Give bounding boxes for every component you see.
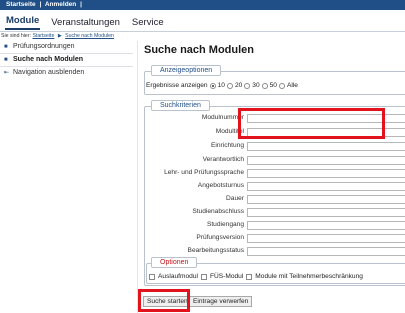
radio-30-label: 30 [252, 82, 260, 89]
radio-30[interactable] [244, 82, 251, 89]
search-criteria-legend: Suchkriterien [151, 100, 210, 111]
auslaufmodul-label: Auslaufmodul [158, 273, 198, 280]
topbar-separator: | [39, 1, 42, 8]
bullet-icon: ■ [4, 44, 8, 50]
fues-modul-checkbox[interactable] [200, 273, 207, 280]
toggle-navigation-icon: ⇤ [4, 70, 10, 76]
label-verantwortlich: Verantwortlich [202, 156, 244, 163]
results-label: Ergebnisse anzeigen [146, 82, 208, 89]
label-studiengang: Studiengang [206, 221, 244, 228]
sidebar-item-navigation-ausblenden[interactable]: ⇤ Navigation ausblenden [0, 67, 135, 80]
radio-20[interactable] [226, 82, 233, 89]
label-einrichtung: Einrichtung [211, 142, 244, 149]
sprache-input[interactable] [247, 169, 405, 178]
studienabschluss-input[interactable] [247, 208, 405, 217]
studiengang-input[interactable] [247, 221, 405, 230]
breadcrumb-home-link[interactable]: Startseite [32, 33, 54, 39]
radio-alle-label: Alle [286, 82, 298, 89]
teilnehmerbeschraenkung-label: Module mit Teilnehmerbeschränkung [255, 273, 363, 280]
tab-module[interactable]: Module [5, 15, 41, 30]
sidebar-item-pruefungsordnungen[interactable]: ■ Prüfungsordnungen [0, 41, 135, 54]
bearbeitungsstatus-input[interactable] [247, 247, 405, 256]
reset-button[interactable]: Eintrage verwerfen [189, 296, 253, 307]
radio-50-label: 50 [269, 82, 277, 89]
sidebar-item-label: Navigation ausblenden [13, 69, 85, 76]
pruefungsversion-input[interactable] [247, 234, 405, 243]
topbar-separator-end: | [80, 1, 82, 8]
tab-service[interactable]: Service [131, 17, 165, 30]
sidebar-item-label: Prüfungsordnungen [13, 43, 75, 50]
breadcrumb-arrow-icon: ▶ [57, 33, 62, 39]
einrichtung-input[interactable] [247, 142, 405, 151]
modulnummer-input[interactable] [247, 114, 405, 123]
sidebar-item-label: Suche nach Modulen [13, 56, 84, 63]
verantwortlich-input[interactable] [247, 156, 405, 165]
home-link[interactable]: Startseite [6, 1, 36, 8]
label-modultitel: Modultitel [215, 128, 244, 135]
radio-alle[interactable] [278, 82, 285, 89]
results-per-page-row: Ergebnisse anzeigen 10 20 30 50 Alle [146, 82, 298, 89]
main-tabs: Module Veranstaltungen Service [5, 14, 165, 30]
sidebar-item-suche-nach-modulen[interactable]: ■ Suche nach Modulen [0, 54, 135, 67]
label-bearbeitungsstatus: Bearbeitungsstatus [187, 247, 244, 254]
breadcrumb-current-link[interactable]: Suche nach Modulen [65, 33, 114, 39]
top-navigation-bar: Startseite | Anmelden | [0, 0, 405, 10]
bullet-icon: ■ [4, 57, 8, 63]
radio-10[interactable] [209, 82, 216, 89]
fues-modul-label: FÜS-Modul [209, 273, 244, 280]
radio-50[interactable] [261, 82, 268, 89]
search-button[interactable]: Suche starten [143, 296, 192, 307]
options-legend: Optionen [151, 257, 198, 268]
content-separator [137, 41, 138, 313]
label-pruefungsversion: Prüfungsversion [196, 234, 244, 241]
label-studienabschluss: Studienabschluss [192, 208, 244, 215]
modultitel-input[interactable] [247, 128, 405, 137]
radio-10-label: 10 [217, 82, 225, 89]
options-row: Auslaufmodul FÜS-Modul Module mit Teilne… [149, 273, 363, 280]
label-dauer: Dauer [226, 195, 244, 202]
dauer-input[interactable] [247, 195, 405, 204]
teilnehmerbeschraenkung-checkbox[interactable] [246, 273, 253, 280]
page-title: Suche nach Modulen [144, 44, 255, 56]
angebotsturnus-input[interactable] [247, 182, 405, 191]
label-angebotsturnus: Angebotsturnus [197, 182, 244, 189]
label-modulnummer: Modulnummer [201, 114, 244, 121]
label-sprache: Lehr- und Prüfungssprache [164, 169, 244, 176]
tab-veranstaltungen[interactable]: Veranstaltungen [50, 17, 121, 30]
login-link[interactable]: Anmelden [45, 1, 76, 8]
tab-underline [0, 31, 405, 32]
auslaufmodul-checkbox[interactable] [149, 273, 155, 280]
breadcrumb-prefix: Sie sind hier: [1, 33, 31, 39]
display-options-legend: Anzeigeoptionen [151, 65, 222, 76]
breadcrumb: Sie sind hier: Startseite ▶ Suche nach M… [0, 33, 114, 39]
radio-20-label: 20 [234, 82, 243, 89]
